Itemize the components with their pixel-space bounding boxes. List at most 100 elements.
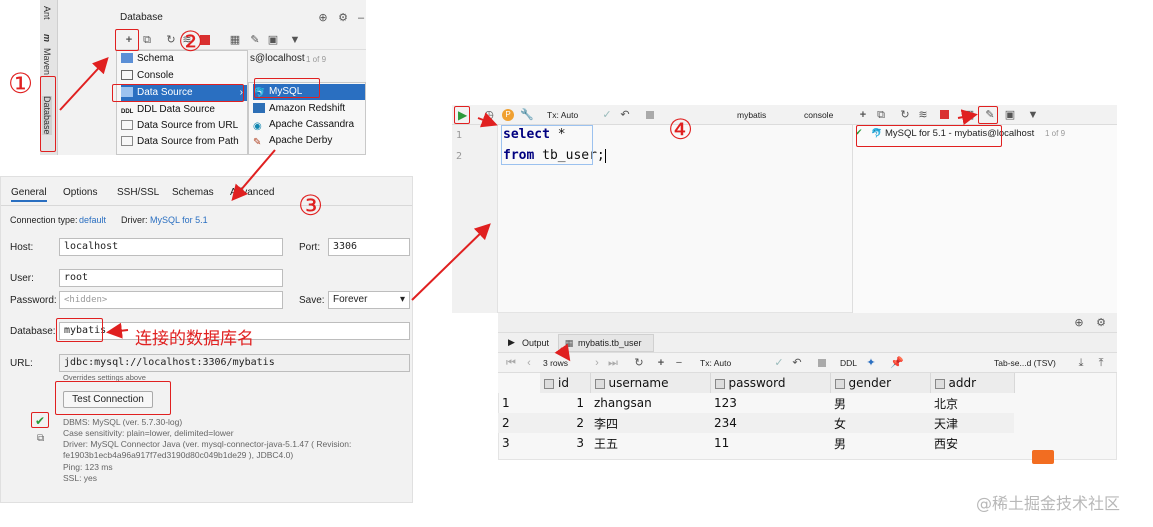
line-number: 2 <box>456 151 463 162</box>
cell-gender[interactable]: 女 <box>830 413 930 433</box>
password-input[interactable]: <hidden> <box>59 291 283 309</box>
console-icon[interactable]: ▣ <box>1003 108 1017 122</box>
save-select[interactable]: Forever ▾ <box>328 291 410 309</box>
submenu-item-derby[interactable]: ✎ Apache Derby <box>253 133 365 149</box>
refresh-icon[interactable]: ↻ <box>898 108 912 122</box>
filter-icon[interactable]: ▼ <box>1026 108 1040 122</box>
connection-type-link[interactable]: default <box>79 215 106 225</box>
wrench-icon[interactable]: 🔧 <box>520 108 534 122</box>
menu-item-ddl-data-source[interactable]: DDL DDL Data Source <box>121 102 247 118</box>
filter-icon[interactable]: ▼ <box>288 33 302 47</box>
column-header-addr[interactable]: addr <box>930 373 1015 393</box>
cell-id[interactable]: 2 <box>540 413 590 433</box>
copy-icon[interactable]: ⧉ <box>140 33 154 47</box>
cell-gender[interactable]: 男 <box>830 433 930 453</box>
upload-icon[interactable]: ⤒ <box>1094 356 1108 370</box>
info-ping: Ping: 123 ms <box>63 462 113 472</box>
tab-general[interactable]: General <box>11 187 47 202</box>
url-input[interactable]: jdbc:mysql://localhost:3306/mybatis <box>59 354 410 372</box>
pin-icon[interactable]: 📌 <box>890 356 904 370</box>
editor-code-area[interactable]: select * from tb_user; <box>499 125 851 313</box>
cell-username[interactable]: 李四 <box>590 413 710 433</box>
cell-addr[interactable]: 西安 <box>930 433 1014 453</box>
hide-icon[interactable]: – <box>354 11 368 25</box>
menu-item-console[interactable]: Console <box>121 68 247 84</box>
add-icon[interactable]: + <box>856 108 870 122</box>
column-header-gender[interactable]: gender <box>830 373 931 393</box>
cell-addr[interactable]: 天津 <box>930 413 1014 433</box>
stop-icon[interactable] <box>940 110 949 119</box>
table-icon[interactable]: ▦ <box>962 108 976 122</box>
cell-username[interactable]: 王五 <box>590 433 710 453</box>
table-row[interactable]: 2 2 李四 234 女 天津 <box>498 413 1014 433</box>
step-2-label: ② <box>178 25 204 58</box>
history-icon[interactable]: ◷ <box>482 108 496 122</box>
commit-icon[interactable]: ✓ <box>772 356 786 370</box>
tx-mode-select[interactable]: Tx: Auto <box>547 110 578 120</box>
cell-password[interactable]: 234 <box>710 413 830 433</box>
tab-options[interactable]: Options <box>63 187 97 198</box>
cell-password[interactable]: 11 <box>710 433 830 453</box>
tab-ssh-ssl[interactable]: SSH/SSL <box>117 187 159 198</box>
cell-gender[interactable]: 男 <box>830 393 930 413</box>
stop-query-icon[interactable] <box>646 111 654 119</box>
driver-link[interactable]: MySQL for 5.1 <box>150 215 208 225</box>
submenu-item-cassandra[interactable]: ◉ Apache Cassandra <box>253 117 365 133</box>
prev-page-icon[interactable]: ‹ <box>522 356 536 370</box>
table-row[interactable]: 1 1 zhangsan 123 男 北京 <box>498 393 1014 413</box>
refresh-icon[interactable]: ↻ <box>632 356 646 370</box>
console-icon[interactable]: ▣ <box>266 33 280 47</box>
tab-advanced[interactable]: Advanced <box>230 187 274 198</box>
rollback-icon[interactable]: ↶ <box>618 108 632 122</box>
table-row[interactable]: 3 3 王五 11 男 西安 <box>498 433 1014 453</box>
refresh-icon[interactable]: ↻ <box>164 33 178 47</box>
export-format-select[interactable]: Tab-se...d (TSV) <box>994 358 1056 368</box>
settings-icon[interactable]: ⊕ <box>1072 316 1086 330</box>
schema-select[interactable]: mybatis <box>737 110 766 120</box>
user-input[interactable]: root <box>59 269 283 287</box>
info-dbms: DBMS: MySQL (ver. 5.7.30-log) <box>63 417 183 427</box>
column-header-id[interactable]: id <box>540 373 591 393</box>
tab-output[interactable]: Output <box>522 338 549 348</box>
menu-item-data-source-path[interactable]: Data Source from Path <box>121 134 247 150</box>
rows-select[interactable]: 3 rows <box>543 358 568 368</box>
database-side-panel: ✔ 🐬 MySQL for 5.1 - mybatis@localhost 1 … <box>852 125 1117 313</box>
cell-id[interactable]: 3 <box>540 433 590 453</box>
tx-mode-select[interactable]: Tx: Auto <box>700 358 731 368</box>
info-revision: fe1903b1ecb4a96a917f7ed3190d80c049b1de29… <box>63 450 294 460</box>
host-input[interactable]: localhost <box>59 238 283 256</box>
table-icon[interactable]: ▦ <box>228 33 242 47</box>
pencil-icon[interactable]: ✎ <box>248 33 262 47</box>
first-page-icon[interactable]: ⏮ <box>504 356 518 370</box>
profile-icon[interactable]: P <box>502 109 514 121</box>
cell-password[interactable]: 123 <box>710 393 830 413</box>
port-input[interactable]: 3306 <box>328 238 410 256</box>
console-select[interactable]: console <box>804 110 833 120</box>
cell-addr[interactable]: 北京 <box>930 393 1014 413</box>
stop-icon[interactable] <box>818 359 826 367</box>
settings-icon[interactable]: ⚙ <box>336 11 350 25</box>
add-row-icon[interactable]: + <box>654 356 668 370</box>
sparkle-icon[interactable]: ✦ <box>864 356 878 370</box>
download-icon[interactable]: ⤓ <box>1074 356 1088 370</box>
column-header-username[interactable]: username <box>590 373 711 393</box>
side-tab-maven[interactable]: Maven <box>42 48 52 75</box>
tab-schemas[interactable]: Schemas <box>172 187 214 198</box>
side-tab-ant[interactable]: Ant <box>42 6 52 20</box>
submenu-item-redshift[interactable]: Amazon Redshift <box>253 101 365 117</box>
last-page-icon[interactable]: ⏭ <box>606 356 620 370</box>
copy-info-icon[interactable]: ⧉ <box>37 433 44 444</box>
gear-icon[interactable]: ⚙ <box>1094 316 1108 330</box>
target-icon[interactable]: ⊕ <box>316 11 330 25</box>
copy-icon[interactable]: ⧉ <box>874 108 888 122</box>
column-header-password[interactable]: password <box>710 373 831 393</box>
commit-icon[interactable]: ✓ <box>600 108 614 122</box>
next-page-icon[interactable]: › <box>590 356 604 370</box>
delete-row-icon[interactable]: − <box>672 356 686 370</box>
menu-item-data-source-url[interactable]: Data Source from URL <box>121 118 247 134</box>
edit-schema-icon[interactable]: ≋ <box>916 108 930 122</box>
rollback-icon[interactable]: ↶ <box>790 356 804 370</box>
cell-id[interactable]: 1 <box>540 393 590 413</box>
cell-username[interactable]: zhangsan <box>590 393 710 413</box>
ddl-button[interactable]: DDL <box>840 358 857 368</box>
